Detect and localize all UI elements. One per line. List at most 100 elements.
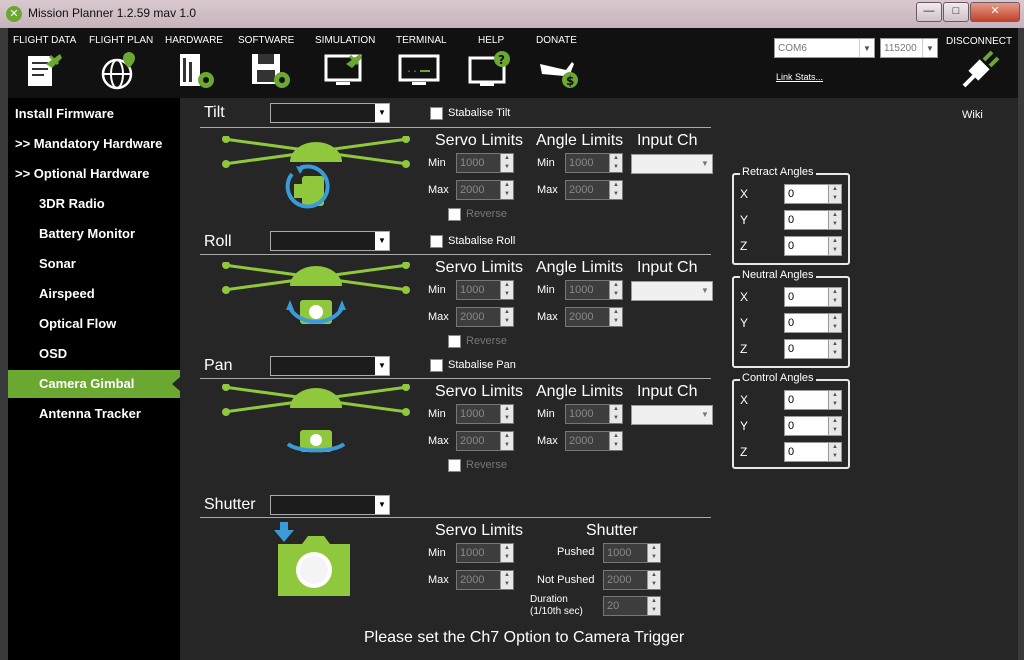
spinner-icon[interactable]: ▲ ▼ (609, 432, 622, 450)
spinner-icon[interactable]: ▲ ▼ (828, 288, 841, 306)
roll-reverse-checkbox[interactable] (448, 335, 461, 348)
roll-servo-min-input[interactable]: 1000 ▲ ▼ (456, 280, 514, 300)
neutral-y-input[interactable]: 0 ▲ ▼ (784, 313, 842, 333)
spinner-icon[interactable]: ▲ ▼ (828, 340, 841, 358)
pan-angle-min-input[interactable]: 1000 ▲ ▼ (565, 404, 623, 424)
pan-servo-select[interactable]: ▼ (270, 356, 390, 376)
sidebar-item-osd[interactable]: OSD (8, 340, 180, 368)
simulation-icon (324, 54, 362, 85)
retract-z-input[interactable]: 0 ▲ ▼ (784, 236, 842, 256)
shutter-duration-input[interactable]: 20 ▲ ▼ (603, 596, 661, 616)
control-y-value: 0 (788, 420, 795, 432)
sidebar-item-airspeed[interactable]: Airspeed (8, 280, 180, 308)
stabilise-tilt-checkbox[interactable] (430, 107, 443, 120)
neutral-x-input[interactable]: 0 ▲ ▼ (784, 287, 842, 307)
menu-software[interactable]: SOFTWARE (236, 28, 312, 98)
spinner-icon[interactable]: ▲ ▼ (609, 154, 622, 172)
maximize-button[interactable]: □ (943, 2, 969, 22)
menu-hardware[interactable]: HARDWARE (162, 28, 236, 98)
shutter-servo-min-input[interactable]: 1000 ▲ ▼ (456, 543, 514, 563)
title-bar[interactable]: ✕ Mission Planner 1.2.59 mav 1.0 — □ ✕ (0, 0, 1024, 28)
pan-angle-max-input[interactable]: 2000 ▲ ▼ (565, 431, 623, 451)
shutter-servo-max-input[interactable]: 2000 ▲ ▼ (456, 570, 514, 590)
shutter-servo-limits-heading: Servo Limits (435, 522, 524, 539)
sidebar-item-camera-gimbal[interactable]: Camera Gimbal (8, 370, 180, 398)
close-button[interactable]: ✕ (970, 2, 1020, 22)
sidebar-item-sonar[interactable]: Sonar (8, 250, 180, 278)
sidebar-item-optical-flow[interactable]: Optical Flow (8, 310, 180, 338)
roll-servo-min-label: Min (428, 284, 446, 296)
tilt-angle-min-input[interactable]: 1000 ▲ ▼ (565, 153, 623, 173)
spinner-icon[interactable]: ▲ ▼ (609, 308, 622, 326)
menu-flight-data[interactable]: FLIGHT DATA (8, 28, 84, 98)
spinner-icon[interactable]: ▲ ▼ (828, 391, 841, 409)
baud-select[interactable]: 115200 ▼ (880, 38, 938, 58)
port-select[interactable]: COM6 ▼ (774, 38, 875, 58)
menu-simulation[interactable]: SIMULATION (312, 28, 390, 98)
sidebar-item-optional-hardware[interactable]: >> Optional Hardware (8, 160, 180, 188)
spinner-icon[interactable]: ▲ ▼ (828, 237, 841, 255)
roll-angle-min-input[interactable]: 1000 ▲ ▼ (565, 280, 623, 300)
spinner-icon[interactable]: ▲ ▼ (647, 597, 660, 615)
stabilise-pan-checkbox[interactable] (430, 359, 443, 372)
spinner-icon[interactable]: ▲ ▼ (609, 281, 622, 299)
tilt-angle-max-input[interactable]: 2000 ▲ ▼ (565, 180, 623, 200)
control-z-input[interactable]: 0 ▲ ▼ (784, 442, 842, 462)
pan-servo-max-input[interactable]: 2000 ▲ ▼ (456, 431, 514, 451)
sidebar-item-mandatory-hardware[interactable]: >> Mandatory Hardware (8, 130, 180, 158)
neutral-z-input[interactable]: 0 ▲ ▼ (784, 339, 842, 359)
wiki-link[interactable]: Wiki (962, 109, 983, 121)
tilt-servo-select[interactable]: ▼ (270, 103, 390, 123)
spinner-icon[interactable]: ▲ ▼ (828, 211, 841, 229)
menu-flight-plan[interactable]: FLIGHT PLAN (84, 28, 162, 98)
spinner-icon[interactable]: ▲ ▼ (647, 544, 660, 562)
menu-donate[interactable]: DONATE $ (530, 28, 600, 98)
roll-servo-max-input[interactable]: 2000 ▲ ▼ (456, 307, 514, 327)
spinner-icon[interactable]: ▲ ▼ (500, 181, 513, 199)
shutter-not-pushed-input[interactable]: 2000 ▲ ▼ (603, 570, 661, 590)
spinner-icon[interactable]: ▲ ▼ (500, 432, 513, 450)
menu-help[interactable]: HELP ? (460, 28, 530, 98)
menu-terminal[interactable]: TERMINAL ... (390, 28, 460, 98)
minimize-button[interactable]: — (916, 2, 942, 22)
spinner-icon[interactable]: ▲ ▼ (828, 417, 841, 435)
pan-input-ch-select[interactable]: ▼ (631, 405, 713, 425)
sidebar-item-antenna-tracker[interactable]: Antenna Tracker (8, 400, 180, 428)
tilt-angle-max-value: 2000 (569, 184, 594, 196)
sidebar-item-3dr-radio[interactable]: 3DR Radio (8, 190, 180, 218)
retract-x-input[interactable]: 0 ▲ ▼ (784, 184, 842, 204)
shutter-servo-select[interactable]: ▼ (270, 495, 390, 515)
roll-angle-max-input[interactable]: 2000 ▲ ▼ (565, 307, 623, 327)
spinner-icon[interactable]: ▲ ▼ (500, 405, 513, 423)
retract-y-input[interactable]: 0 ▲ ▼ (784, 210, 842, 230)
spinner-icon[interactable]: ▲ ▼ (609, 181, 622, 199)
spinner-icon[interactable]: ▲ ▼ (647, 571, 660, 589)
tilt-servo-min-input[interactable]: 1000 ▲ ▼ (456, 153, 514, 173)
spinner-icon[interactable]: ▲ ▼ (500, 154, 513, 172)
spinner-icon[interactable]: ▲ ▼ (828, 314, 841, 332)
chevron-down-icon: ▼ (375, 232, 389, 250)
spinner-icon[interactable]: ▲ ▼ (500, 308, 513, 326)
control-x-input[interactable]: 0 ▲ ▼ (784, 390, 842, 410)
shutter-pushed-input[interactable]: 1000 ▲ ▼ (603, 543, 661, 563)
roll-input-ch-select[interactable]: ▼ (631, 281, 713, 301)
control-y-input[interactable]: 0 ▲ ▼ (784, 416, 842, 436)
spinner-icon[interactable]: ▲ ▼ (828, 443, 841, 461)
disconnect-button[interactable]: DISCONNECT (946, 36, 1016, 98)
sidebar-item-install-firmware[interactable]: Install Firmware (8, 100, 180, 128)
sidebar-item-battery-monitor[interactable]: Battery Monitor (8, 220, 180, 248)
chevron-down-icon: ▼ (375, 104, 389, 122)
pan-reverse-checkbox[interactable] (448, 459, 461, 472)
roll-servo-select[interactable]: ▼ (270, 231, 390, 251)
pan-servo-min-input[interactable]: 1000 ▲ ▼ (456, 404, 514, 424)
stabilise-roll-checkbox[interactable] (430, 235, 443, 248)
tilt-input-ch-select[interactable]: ▼ (631, 154, 713, 174)
tilt-servo-max-input[interactable]: 2000 ▲ ▼ (456, 180, 514, 200)
link-stats-link[interactable]: Link Stats... (776, 72, 823, 82)
spinner-icon[interactable]: ▲ ▼ (500, 571, 513, 589)
spinner-icon[interactable]: ▲ ▼ (500, 281, 513, 299)
tilt-reverse-checkbox[interactable] (448, 208, 461, 221)
spinner-icon[interactable]: ▲ ▼ (609, 405, 622, 423)
spinner-icon[interactable]: ▲ ▼ (828, 185, 841, 203)
spinner-icon[interactable]: ▲ ▼ (500, 544, 513, 562)
